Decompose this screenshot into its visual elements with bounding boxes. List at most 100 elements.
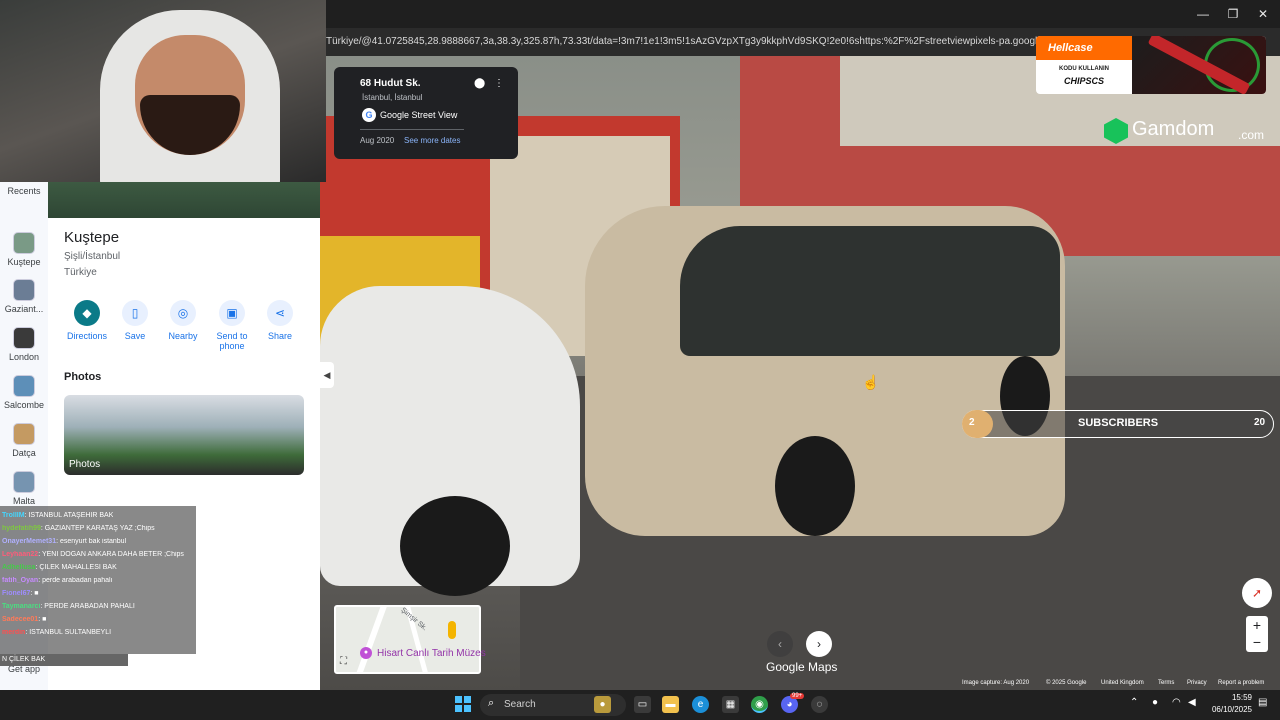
wifi-icon[interactable]: ◠	[1172, 697, 1181, 708]
search-icon: ⌕	[488, 697, 495, 709]
more-options-icon[interactable]: ⋮	[494, 78, 504, 89]
see-more-dates-link[interactable]: See more dates	[404, 136, 460, 145]
google-icon: G	[362, 108, 376, 122]
street-city: İstanbul, İstanbul	[362, 93, 423, 102]
location-pin-icon[interactable]: ⬤	[474, 78, 485, 89]
chat-text: : ÇİLEK MAHALLESİ BAK	[35, 564, 117, 571]
recent-thumbnail	[13, 375, 35, 397]
capture-date: Aug 2020	[360, 136, 395, 145]
recents-title: Recents	[7, 186, 41, 196]
taskbar-search-label: Search	[504, 699, 536, 710]
street-view-source: Google Street View	[380, 110, 458, 120]
nearby-button[interactable]: ◎ Nearby	[158, 300, 208, 341]
recent-item-malta[interactable]: Malta	[0, 471, 48, 506]
gamdom-logo-tld: .com	[1238, 128, 1265, 142]
nearby-icon: ◎	[170, 300, 196, 326]
file-explorer-icon[interactable]: ▬	[662, 696, 679, 713]
zoom-out-button[interactable]: −	[1246, 634, 1268, 652]
chat-message: Taymanarci: PERDE ARABADAN PAHALI	[2, 603, 135, 615]
recent-item-salcombe[interactable]: Salcombe	[0, 375, 48, 410]
chat-message: Leyhaan22: YENİ DOĞAN ANKARA DAHA BETER …	[2, 551, 184, 563]
recent-item-london[interactable]: London	[0, 327, 48, 362]
zoom-in-button[interactable]: +	[1246, 616, 1268, 634]
pegman-icon[interactable]	[448, 621, 456, 639]
minimize-button[interactable]: —	[1192, 4, 1214, 24]
bookmark-icon: ▯	[122, 300, 148, 326]
photos-card-label: Photos	[69, 459, 101, 470]
chat-message: Fionel67: ■	[2, 590, 39, 602]
action-label: Directions	[66, 331, 107, 341]
map-poi-label[interactable]: Hisart Canlı Tarih Müzes	[377, 648, 486, 659]
divider	[360, 129, 464, 130]
chat-text: : İSTANBUL ATAŞEHİR BAK	[24, 512, 114, 519]
task-view-icon[interactable]: ▭	[634, 696, 651, 713]
action-label: Send to phone	[216, 331, 248, 351]
chat-message: fatih_Oyan: perde arabadan pahalı	[2, 577, 113, 589]
google-maps-logo: Google Maps	[766, 660, 838, 674]
directions-icon: ◆	[74, 300, 100, 326]
chat-message: Sadecee01: ■	[2, 616, 46, 628]
restore-button[interactable]: ❐	[1222, 4, 1244, 24]
chat-text: : GAZİANTEP KARATAŞ YAZ ;Chips	[40, 525, 155, 532]
recent-item-label: Salcombe	[3, 400, 45, 410]
notification-badge: 99+	[790, 693, 805, 699]
microphone-icon[interactable]: ●	[1152, 697, 1158, 708]
notifications-icon[interactable]: ▤	[1258, 697, 1267, 708]
chat-username: OnayerMemet31	[2, 538, 57, 545]
clock-date[interactable]: 06/10/2025	[1202, 705, 1252, 714]
chat-text: : YENİ DOĞAN ANKARA DAHA BETER ;Chips	[38, 551, 184, 558]
windows-start-icon[interactable]	[455, 696, 471, 712]
save-button[interactable]: ▯ Save	[110, 300, 160, 341]
subscriber-goal-fill	[962, 410, 993, 438]
chat-text: : esenyurt bak istanbul	[56, 538, 127, 545]
privacy-link[interactable]: Privacy	[1187, 680, 1207, 686]
recent-item-label: Malta	[12, 496, 35, 506]
place-header-photo[interactable]	[48, 182, 320, 218]
compass-icon[interactable]: ➚	[1242, 578, 1272, 608]
tray-chevron-icon[interactable]: ⌃	[1130, 697, 1138, 708]
chat-text: : PERDE ARABADAN PAHALI	[40, 603, 135, 610]
webcam-overlay	[0, 0, 326, 182]
chrome-icon[interactable]: ◉	[751, 696, 768, 713]
close-button[interactable]: ✕	[1252, 4, 1274, 24]
promo-text: KODU KULLANIN	[1059, 66, 1109, 72]
chat-username: Taymanarci	[2, 603, 41, 610]
action-label: Nearby	[168, 331, 198, 341]
previous-arrow-button[interactable]: ‹	[767, 631, 793, 657]
recent-thumbnail	[13, 232, 35, 254]
museum-icon: ●	[360, 647, 372, 659]
chat-partial-line: N ÇİLEK BAK	[0, 654, 128, 666]
store-icon[interactable]: ▦	[722, 696, 739, 713]
hellcase-ad: Hellcase KODU KULLANIN CHIPSCS	[1036, 36, 1266, 94]
recent-item-kustepe[interactable]: Kuştepe	[0, 232, 48, 267]
expand-map-icon[interactable]: ⛶	[340, 656, 347, 667]
chat-username: Adhellusa	[2, 564, 36, 571]
recent-item-label: Datça	[12, 448, 36, 458]
next-arrow-button[interactable]: ›	[806, 631, 832, 657]
copyright: © 2025 Google	[1046, 680, 1087, 686]
chat-text: : ■	[38, 616, 47, 623]
volume-icon[interactable]: ◀	[1188, 697, 1196, 708]
directions-button[interactable]: ◆ Directions	[62, 300, 112, 341]
hand-cursor-icon: ☝	[862, 374, 880, 390]
terms-link[interactable]: Terms	[1158, 680, 1174, 686]
desktop: — ❐ ✕ Türkiye/@41.0725845,28.9888667,3a,…	[0, 0, 1280, 720]
collapse-panel-button[interactable]: ◀	[320, 362, 334, 388]
recent-thumbnail	[13, 279, 35, 301]
promo-code: CHIPSCS	[1063, 76, 1104, 86]
clock-time[interactable]: 15:59	[1212, 693, 1252, 702]
recent-item-gaziantep[interactable]: Gaziant...	[0, 279, 48, 314]
widget-icon[interactable]: ●	[594, 696, 611, 713]
chat-message: merdin: İSTANBUL SULTANBEYLİ	[2, 629, 111, 641]
send-to-phone-button[interactable]: ▣ Send to phone	[207, 300, 257, 351]
white-car-wheel	[400, 496, 510, 596]
region-link[interactable]: United Kingdom	[1101, 680, 1144, 686]
share-button[interactable]: ⋖ Share	[255, 300, 305, 341]
obs-icon[interactable]: ◌	[811, 696, 828, 713]
chat-username: Leyhaan22	[2, 551, 39, 558]
map-road	[350, 607, 388, 672]
report-problem-link[interactable]: Report a problem	[1218, 680, 1264, 686]
edge-icon[interactable]: e	[692, 696, 709, 713]
action-label: Save	[124, 331, 146, 341]
recent-item-datca[interactable]: Datça	[0, 423, 48, 458]
